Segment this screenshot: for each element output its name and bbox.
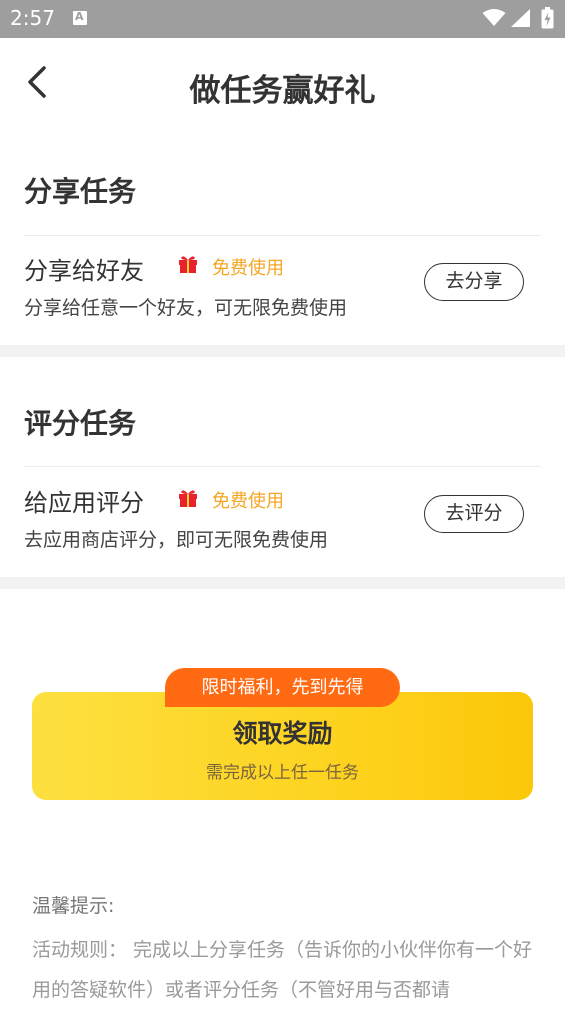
divider (24, 466, 541, 467)
share-task-section: 分享任务 分享给好友 免费使用 分享给任意一个好友，可无限免费使用 去分享 (0, 134, 565, 345)
wifi-icon (482, 9, 506, 26)
rating-task-section: 评分任务 给应用评分 免费使用 去应用商店评分，即可无限免费使用 去评分 (0, 357, 565, 577)
signal-icon (511, 9, 530, 27)
free-tag: 免费使用 (212, 258, 284, 279)
battery-icon (541, 7, 554, 29)
section-gap (0, 577, 565, 589)
gift-icon (179, 256, 197, 273)
limited-offer-badge: 限时福利，先到先得 (165, 668, 400, 707)
rate-button[interactable]: 去评分 (424, 495, 524, 533)
divider (24, 235, 541, 236)
nav-bar: 做任务赢好礼 (0, 38, 565, 134)
task-description: 去应用商店评分，即可无限免费使用 (24, 529, 329, 551)
share-button[interactable]: 去分享 (424, 263, 524, 301)
gift-icon (179, 490, 197, 507)
tips-body: 活动规则： 完成以上分享任务（告诉你的小伙伴你有一个好用的答疑软件）或者评分任务… (32, 939, 533, 1001)
section-gap (0, 345, 565, 357)
task-name: 分享给好友 (24, 257, 144, 285)
free-tag: 免费使用 (212, 491, 284, 512)
status-bar: 2:57 A (0, 0, 565, 38)
section-title: 评分任务 (24, 407, 137, 440)
reward-title: 领取奖励 (232, 719, 333, 748)
tips-title: 温馨提示: (32, 895, 115, 917)
page-title: 做任务赢好礼 (189, 73, 376, 109)
task-name: 给应用评分 (24, 489, 144, 517)
section-title: 分享任务 (24, 175, 137, 208)
task-description: 分享给任意一个好友，可无限免费使用 (24, 297, 348, 319)
reward-subtitle: 需完成以上任一任务 (206, 763, 359, 783)
notification-icon: A (73, 10, 87, 25)
status-time: 2:57 (10, 6, 55, 30)
claim-reward-button[interactable]: 领取奖励 需完成以上任一任务 (32, 692, 533, 800)
